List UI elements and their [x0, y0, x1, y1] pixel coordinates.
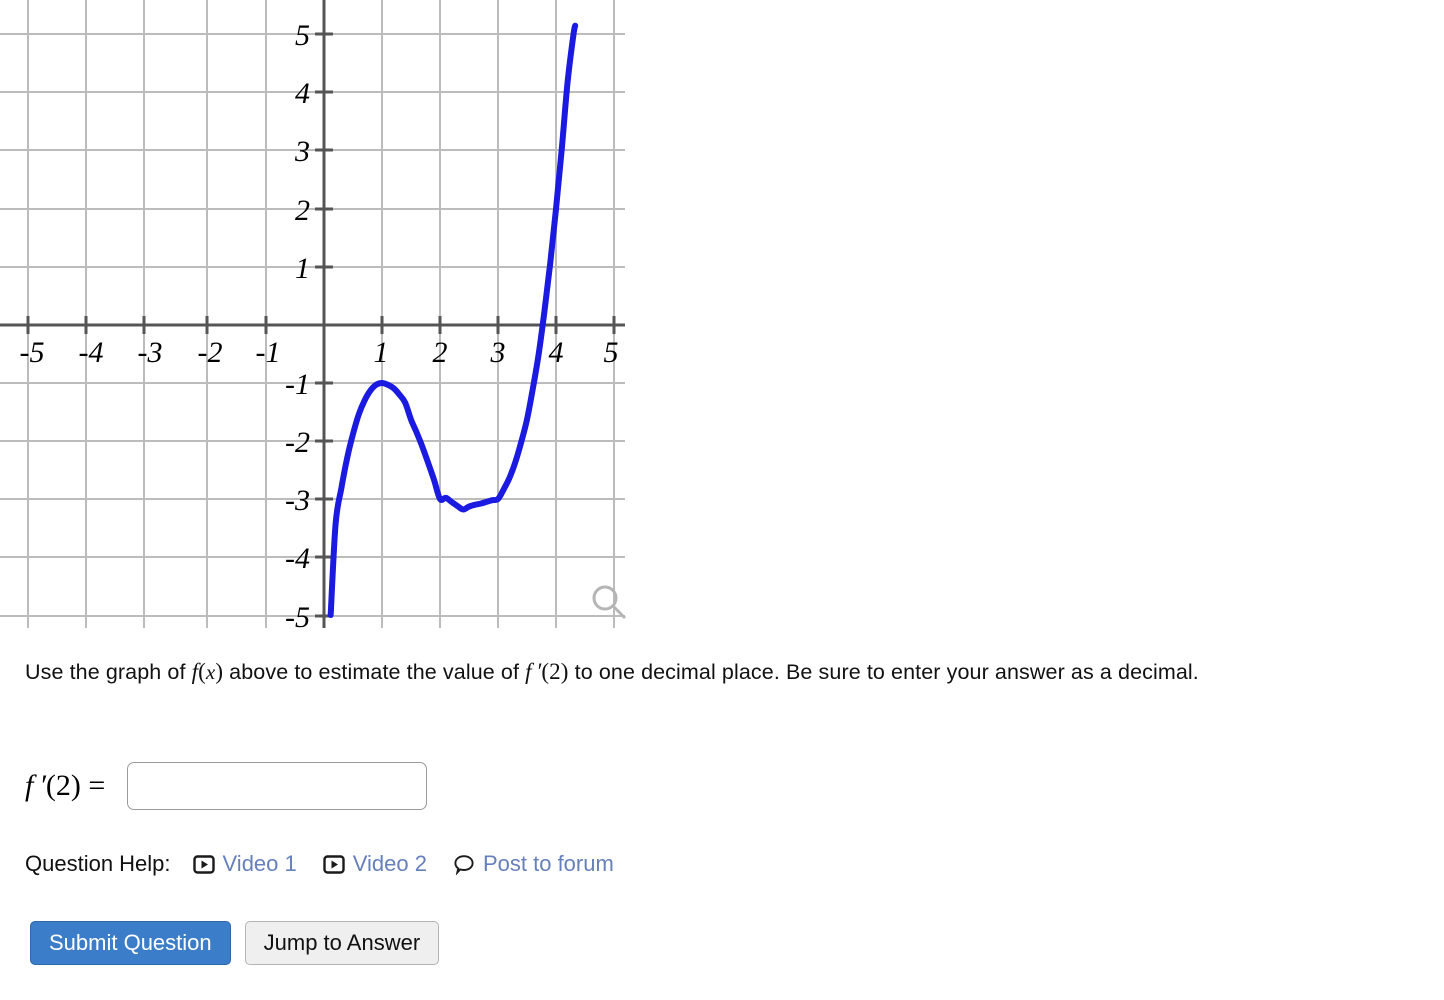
jump-to-answer-button[interactable]: Jump to Answer — [244, 921, 440, 965]
question-prompt: Use the graph of f(x) above to estimate … — [25, 655, 1420, 689]
y-tick-label: 1 — [295, 252, 310, 285]
x-tick-label: -2 — [198, 336, 223, 369]
answer-input[interactable] — [127, 762, 428, 810]
y-tick-label: 2 — [295, 194, 310, 227]
axes — [0, 0, 625, 628]
video-2-label: Video 2 — [352, 851, 427, 876]
post-to-forum-label: Post to forum — [482, 851, 614, 876]
graph-canvas: -5 -4 -3 -2 -1 1 2 3 4 5 5 4 3 2 1 -1 -2… — [0, 0, 625, 634]
y-tick-label: 3 — [294, 135, 310, 168]
answer-row: f ′(2) = — [25, 762, 428, 810]
y-tick-label: 5 — [295, 19, 310, 52]
y-tick-label: -5 — [285, 601, 310, 634]
prompt-fprime-symbol: f ′ — [525, 659, 542, 684]
y-tick-label: -4 — [285, 542, 310, 575]
function-graph-panel: -5 -4 -3 -2 -1 1 2 3 4 5 5 4 3 2 1 -1 -2… — [0, 0, 650, 645]
question-help-row: Question Help: Video 1 Video 2 Post to f… — [25, 851, 640, 877]
x-tick-label: 3 — [490, 336, 506, 369]
x-tick-label: -4 — [79, 336, 104, 369]
x-tick-label: 5 — [604, 336, 619, 369]
x-axis-tick-labels: -5 -4 -3 -2 -1 1 2 3 4 5 — [20, 336, 619, 369]
answer-label-arg: (2) — [45, 769, 81, 802]
video-play-icon — [192, 854, 215, 874]
x-tick-label: 1 — [374, 336, 389, 369]
x-tick-label: 4 — [549, 336, 564, 369]
y-tick-label: -1 — [285, 368, 310, 401]
function-curve — [327, 22, 579, 618]
x-tick-label: 2 — [433, 336, 448, 369]
x-tick-label: -5 — [20, 336, 45, 369]
video-1-link[interactable]: Video 1 — [192, 851, 297, 877]
prompt-text-2: above to estimate the value of — [223, 660, 526, 684]
answer-label: f ′(2) = — [25, 769, 105, 803]
answer-label-equals: = — [88, 769, 106, 802]
submit-question-button[interactable]: Submit Question — [30, 921, 231, 965]
video-1-label: Video 1 — [222, 851, 297, 876]
y-tick-label: 4 — [295, 77, 310, 110]
magnifier-icon[interactable] — [588, 582, 630, 624]
y-tick-label: -3 — [285, 484, 310, 517]
grid-lines — [0, 0, 625, 628]
speech-bubble-icon — [453, 854, 475, 875]
button-row: Submit Question Jump to Answer — [30, 921, 440, 965]
video-2-link[interactable]: Video 2 — [323, 851, 427, 877]
post-to-forum-link[interactable]: Post to forum — [453, 851, 614, 877]
y-tick-label: -2 — [285, 426, 310, 459]
x-tick-label: -1 — [256, 336, 281, 369]
question-help-label: Question Help: — [25, 851, 171, 876]
x-tick-label: -3 — [138, 336, 163, 369]
prompt-text-1: Use the graph of — [25, 660, 192, 684]
prompt-fprime-arg: (2) — [541, 659, 569, 684]
video-play-icon — [323, 854, 345, 874]
prompt-text-3: to one decimal place. Be sure to enter y… — [568, 660, 1199, 684]
prompt-fx-arg: (x) — [198, 659, 224, 684]
answer-label-f: f ′ — [25, 769, 46, 802]
